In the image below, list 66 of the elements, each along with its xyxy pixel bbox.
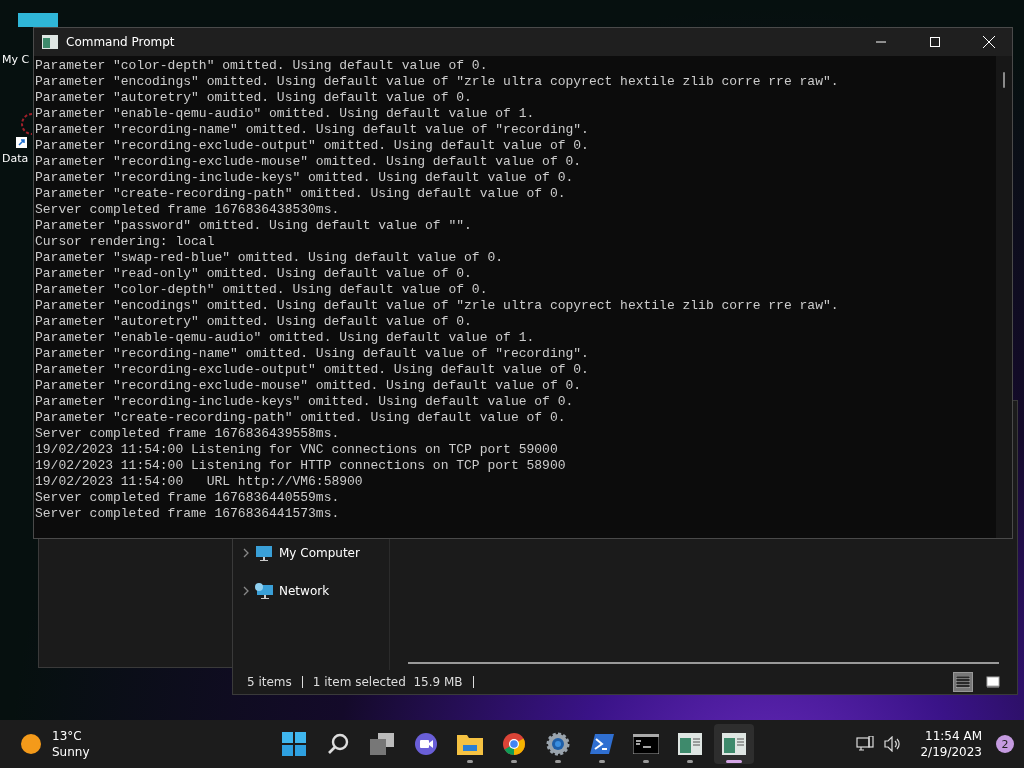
console-line: Server completed frame 1676836440559ms.	[35, 490, 340, 506]
task-view-icon	[370, 733, 394, 755]
close-icon	[983, 36, 995, 48]
volume-icon[interactable]	[884, 736, 903, 752]
item-count: 5 items	[247, 675, 292, 689]
network-icon[interactable]	[856, 736, 875, 752]
desktop-icon-label[interactable]: Data	[2, 152, 29, 165]
video-chat-icon	[414, 732, 438, 756]
console-line: Parameter "enable-qemu-audio" omitted. Using default value of 1.	[35, 106, 535, 122]
maximize-icon	[930, 37, 940, 47]
console-line: Parameter "create-recording-path" omitted. Using default value of 0.	[35, 186, 566, 202]
windows-logo-icon	[282, 732, 306, 756]
console-line: Parameter "read-only" omitted. Using default value of 0.	[35, 266, 472, 282]
console-line: Parameter "autoretry" omitted. Using default value of 0.	[35, 314, 472, 330]
details-view-button[interactable]	[953, 672, 973, 692]
clock-date[interactable]: 2/19/2023	[920, 744, 982, 760]
weather-condition[interactable]: Sunny	[52, 744, 90, 760]
console-line: 19/02/2023 11:54:00 Listening for HTTP connections on TCP port 58900	[35, 458, 566, 474]
console-line: Parameter "recording-exclude-mouse" omitted. Using default value of 0.	[35, 378, 582, 394]
console-line: Parameter "password" omitted. Using default value of "".	[35, 218, 472, 234]
app-window-icon	[678, 733, 702, 755]
gear-icon	[546, 732, 570, 756]
console-line: 19/02/2023 11:54:00 URL http://VM6:58900	[35, 474, 363, 490]
window-title: Command Prompt	[66, 35, 176, 49]
console-line: Parameter "recording-include-keys" omitted. Using default value of 0.	[35, 394, 574, 410]
nav-item[interactable]: Network	[233, 579, 389, 603]
console-line: 19/02/2023 11:54:00 Listening for VNC connections on TCP port 59000	[35, 442, 558, 458]
console-line: Parameter "encodings" omitted. Using default value of "zrle ultra copyrect hextile zlib corre rre raw".	[35, 298, 839, 314]
console-line: Parameter "recording-include-keys" omitted. Using default value of 0.	[35, 170, 574, 186]
computer-icon	[255, 545, 273, 561]
console-line: Parameter "recording-exclude-output" omitted. Using default value of 0.	[35, 362, 589, 378]
console-line: Parameter "autoretry" omitted. Using default value of 0.	[35, 90, 472, 106]
app-window-icon	[722, 733, 746, 755]
sun-icon[interactable]	[20, 733, 42, 755]
chevron-icon[interactable]	[243, 548, 249, 558]
console-line: Parameter "color-depth" omitted. Using default value of 0.	[35, 282, 488, 298]
console-icon	[42, 35, 58, 49]
nav-item[interactable]: My Computer	[233, 541, 389, 565]
console-line: Cursor rendering: local	[35, 234, 215, 250]
console-line: Parameter "recording-name" omitted. Using default value of "recording".	[35, 122, 589, 138]
notification-badge[interactable]: 2	[996, 735, 1014, 753]
clock-time[interactable]: 11:54 AM	[925, 728, 982, 744]
console-line: Parameter "recording-name" omitted. Using default value of "recording".	[35, 346, 589, 362]
scrollbar[interactable]	[996, 56, 1012, 538]
temperature[interactable]: 13°C	[52, 728, 90, 744]
console-line: Parameter "encodings" omitted. Using default value of "zrle ultra copyrect hextile zlib corre rre raw".	[35, 74, 839, 90]
search-icon	[326, 732, 350, 756]
network-icon	[255, 583, 273, 599]
taskbar-app[interactable]	[714, 724, 754, 764]
folder-icon	[457, 733, 483, 755]
powershell-icon	[590, 734, 614, 754]
console-line: Parameter "swap-red-blue" omitted. Using default value of 0.	[35, 250, 504, 266]
console-line: Parameter "enable-qemu-audio" omitted. Using default value of 1.	[35, 330, 535, 346]
console-line: Parameter "create-recording-path" omitted. Using default value of 0.	[35, 410, 566, 426]
chevron-icon[interactable]	[243, 586, 249, 596]
browser-icon	[502, 732, 526, 756]
console-line: Server completed frame 1676836438530ms.	[35, 202, 340, 218]
console-line: Parameter "recording-exclude-mouse" omitted. Using default value of 0.	[35, 154, 582, 170]
selection-info: 1 item selected 15.9 MB	[312, 675, 463, 689]
scrollbar[interactable]	[408, 662, 999, 664]
terminal-icon	[633, 734, 659, 754]
console-line: Server completed frame 1676836441573ms.	[35, 506, 340, 522]
console-line: Server completed frame 1676836439558ms.	[35, 426, 340, 442]
console-line: Parameter "color-depth" omitted. Using default value of 0.	[35, 58, 488, 74]
desktop-icon-label[interactable]: My C	[2, 53, 30, 66]
console-line: Parameter "recording-exclude-output" omitted. Using default value of 0.	[35, 138, 589, 154]
